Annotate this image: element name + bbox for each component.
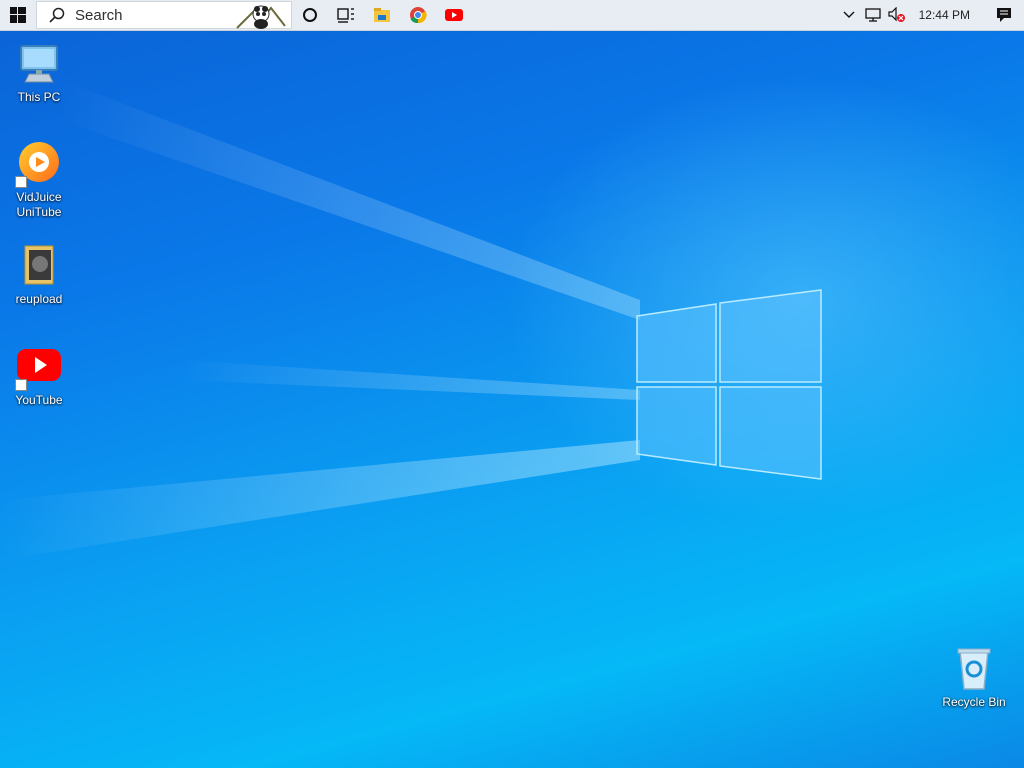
start-button[interactable]: [0, 0, 36, 30]
volume-button[interactable]: [885, 0, 909, 30]
youtube-icon: [15, 343, 63, 391]
chevron-up-icon: [843, 11, 855, 18]
desktop-icon-label: YouTube: [15, 393, 63, 407]
youtube-icon: [445, 9, 463, 21]
shortcut-arrow-icon: [15, 176, 27, 188]
desktop-icon-this-pc[interactable]: This PC: [1, 40, 77, 105]
search-icon: [49, 7, 65, 23]
folder-icon: [15, 242, 63, 290]
network-icon: [864, 8, 881, 22]
notification-icon: [997, 8, 1011, 22]
desktop-icon-reupload[interactable]: reupload: [1, 242, 77, 307]
desktop-icon-label: VidJuice UniTube: [16, 190, 62, 219]
desktop-icon-label: reupload: [15, 292, 63, 306]
vidjuice-icon: [15, 140, 63, 188]
file-explorer-icon: [374, 8, 390, 22]
shortcut-arrow-icon: [15, 379, 27, 391]
desktop-wallpaper: This PC VidJuice UniTube reupload YouTub…: [0, 0, 1024, 768]
network-button[interactable]: [861, 0, 885, 30]
windows-logo-wallpaper: [636, 289, 822, 480]
wallpaper-light-beams: [0, 80, 822, 560]
desktop-icon-label: This PC: [17, 90, 61, 104]
taskbar-clock[interactable]: 12:44 PM: [909, 8, 984, 22]
desktop-icon-vidjuice[interactable]: VidJuice UniTube: [1, 140, 77, 220]
taskbar: Search 12:44 PM: [0, 0, 1024, 31]
cortana-icon: [303, 8, 317, 22]
task-view-icon: [337, 8, 354, 23]
monitor-icon: [15, 40, 63, 88]
search-placeholder: Search: [75, 6, 123, 24]
task-view-button[interactable]: [328, 0, 364, 30]
system-tray: 12:44 PM: [837, 0, 1024, 30]
show-hidden-icons-button[interactable]: [837, 0, 861, 30]
search-box[interactable]: Search: [36, 1, 292, 29]
panda-illustration-icon: [236, 5, 286, 29]
recycle-bin-icon: [950, 645, 998, 693]
desktop-icon-recycle-bin[interactable]: Recycle Bin: [936, 645, 1012, 710]
windows-logo-icon: [10, 7, 26, 23]
chrome-button[interactable]: [400, 0, 436, 30]
desktop-icon-label: Recycle Bin: [942, 695, 1006, 709]
desktop-icon-youtube[interactable]: YouTube: [1, 343, 77, 408]
chrome-icon: [410, 7, 427, 24]
action-center-button[interactable]: [984, 0, 1024, 30]
youtube-taskbar-button[interactable]: [436, 0, 472, 30]
volume-muted-icon: [888, 7, 905, 22]
file-explorer-button[interactable]: [364, 0, 400, 30]
cortana-button[interactable]: [292, 0, 328, 30]
